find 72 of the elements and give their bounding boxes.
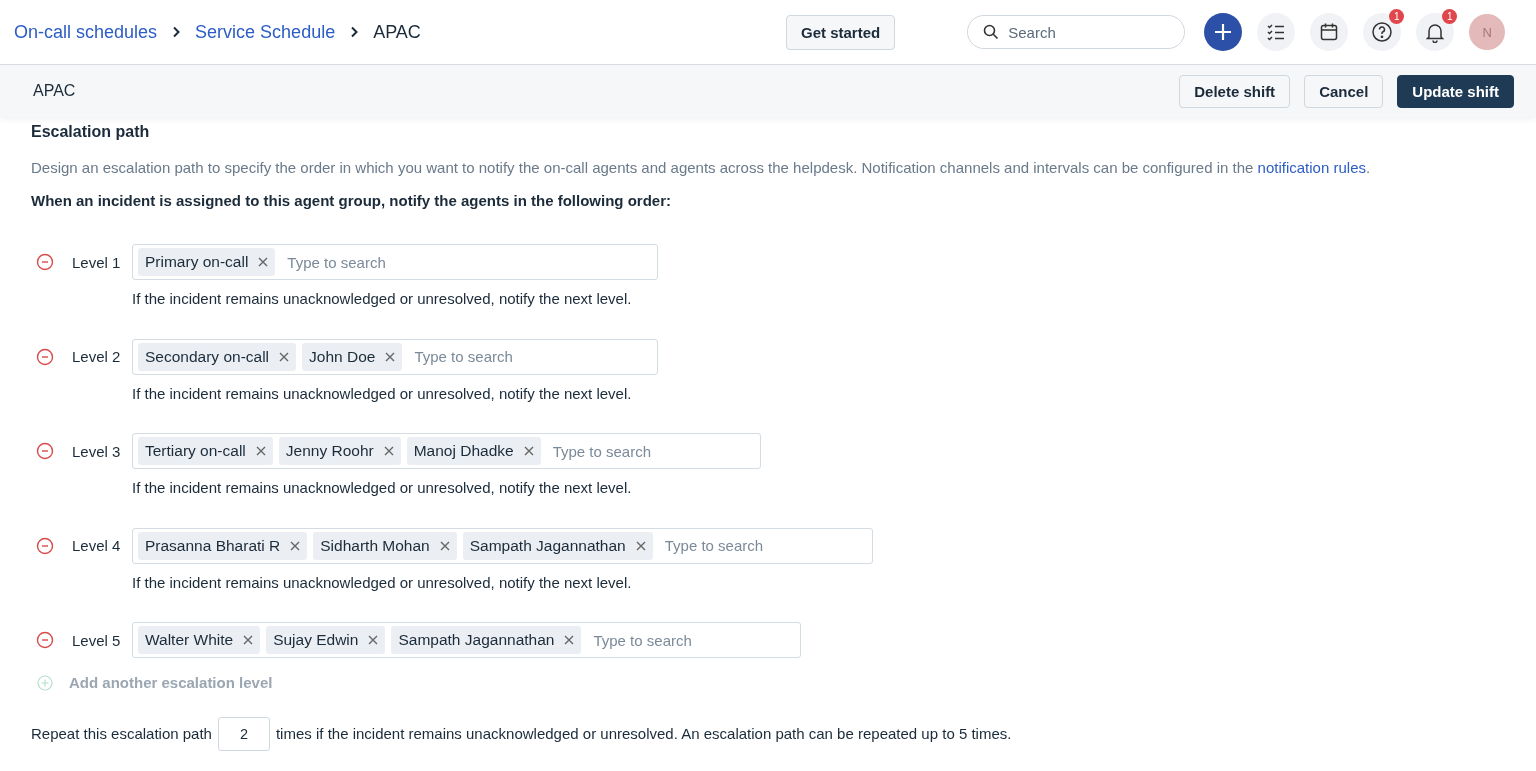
repeat-label: Repeat this escalation path (31, 725, 212, 742)
repeat-count-field[interactable]: 2 (217, 716, 270, 751)
agent-tag: Tertiary on-call (138, 437, 273, 465)
action-button[interactable]: Delete shift (1179, 74, 1291, 108)
remove-icon[interactable] (36, 253, 54, 271)
calendar-button[interactable] (1310, 13, 1349, 51)
instruction: When an incident is assigned to this agent group, notify the agents in the following order: (31, 192, 673, 209)
level-label: Level 4 (72, 537, 122, 554)
close-icon[interactable] (255, 446, 266, 456)
checklist-button[interactable] (1257, 13, 1296, 51)
close-icon[interactable] (279, 351, 290, 362)
agent-tag: Sidharth Mohan (313, 531, 457, 560)
add-button[interactable] (1204, 13, 1243, 51)
close-icon[interactable] (243, 635, 254, 645)
level-label: Level 2 (72, 348, 122, 365)
help-badge: 1 (1389, 9, 1405, 24)
close-icon[interactable] (439, 540, 450, 551)
agent-tag: Secondary on-call (138, 342, 297, 371)
agent-tag: Walter White (138, 626, 261, 654)
remove-icon[interactable] (36, 442, 54, 460)
plus-circle-icon (37, 674, 53, 691)
level-label: Level 1 (72, 253, 122, 271)
repeat-note: times if the incident remains unacknowledged or unresolved. An escalation path can be repeated up to 5 times. (275, 725, 1012, 742)
notification-rules-link[interactable]: notification rules (1257, 159, 1366, 176)
checklist-icon (1266, 22, 1287, 42)
close-icon[interactable] (564, 635, 575, 645)
calendar-icon (1319, 22, 1340, 42)
action-button[interactable]: Cancel (1304, 74, 1384, 108)
breadcrumb-link[interactable]: Service Schedule (195, 21, 336, 43)
level-hint: If the incident remains unacknowledged or unresolved, notify the next level. (132, 384, 633, 402)
search-field[interactable]: Search (967, 15, 1186, 49)
agent-field[interactable]: Primary on-call Type to search (132, 244, 658, 280)
plus-icon (1213, 22, 1234, 42)
level-label: Level 3 (72, 442, 122, 460)
remove-icon[interactable] (36, 536, 54, 555)
agent-tag: Prasanna Bharati R (138, 531, 308, 560)
get-started-button[interactable]: Get started (786, 14, 896, 50)
level-hint: If the incident remains unacknowledged or unresolved, notify the next level. (132, 479, 633, 496)
search-icon (983, 24, 1000, 40)
chevron-right-icon (349, 26, 360, 38)
remove-icon[interactable] (36, 631, 54, 649)
close-icon[interactable] (383, 446, 394, 456)
help-icon (1371, 21, 1394, 43)
agent-tag: Sampath Jagannathan (462, 531, 653, 560)
close-icon[interactable] (290, 540, 301, 551)
section-title: Escalation path (31, 123, 151, 142)
chevron-right-icon (171, 26, 182, 38)
action-button[interactable]: Update shift (1397, 74, 1514, 108)
remove-icon[interactable] (36, 347, 54, 366)
page-title: APAC (33, 82, 76, 100)
close-icon[interactable] (523, 446, 534, 456)
agent-tag: Jenny Roohr (278, 437, 401, 465)
close-icon[interactable] (385, 351, 396, 362)
close-icon[interactable] (635, 540, 646, 551)
close-icon[interactable] (368, 635, 379, 645)
breadcrumb-link[interactable]: On-call schedules (14, 21, 158, 43)
agent-tag: Manoj Dhadke (406, 437, 541, 465)
agent-field[interactable]: Prasanna Bharati R Sidharth Mohan Sampath Jagannathan Type to search (132, 527, 873, 564)
level-hint: If the incident remains unacknowledged or unresolved, notify the next level. (132, 573, 633, 591)
agent-field[interactable]: Walter White Sujay Edwin Sampath Jagannathan Type to search (132, 622, 802, 658)
level-hint: If the incident remains unacknowledged or unresolved, notify the next level. (132, 290, 633, 307)
agent-tag: Primary on-call (138, 248, 276, 276)
notification-badge: 1 (1442, 9, 1458, 24)
level-label: Level 5 (72, 631, 122, 649)
agent-tag: Sujay Edwin (266, 626, 386, 654)
close-icon[interactable] (258, 257, 269, 267)
agent-field[interactable]: Tertiary on-call Jenny Roohr Manoj Dhadke Type to search (132, 433, 761, 469)
agent-tag: Sampath Jagannathan (391, 626, 582, 654)
agent-field[interactable]: Secondary on-call John Doe Type to search (132, 338, 658, 375)
description: Design an escalation path to specify the order in which you want to notify the on-call agents and agents across the helpdesk. Notification channels and intervals can be configured in the notification rules. (31, 159, 1372, 176)
agent-tag: John Doe (302, 342, 403, 371)
bell-icon (1424, 21, 1447, 43)
